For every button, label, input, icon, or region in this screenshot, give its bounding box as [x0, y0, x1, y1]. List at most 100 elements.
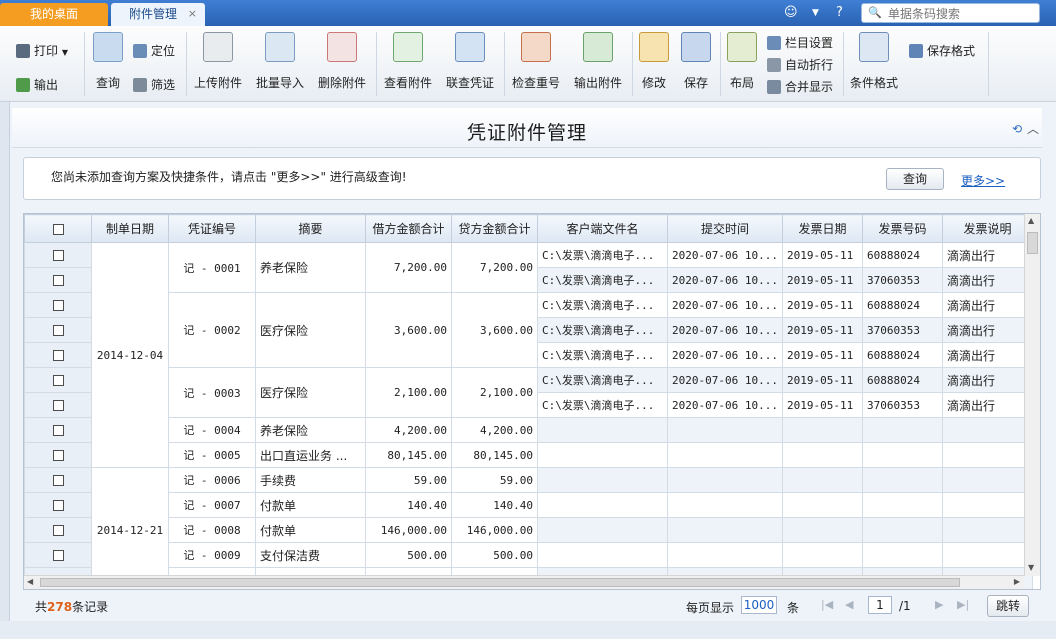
vertical-scrollbar[interactable]: ▲ ▼ [1024, 214, 1040, 576]
tab-attachment-management[interactable]: 附件管理 × [111, 3, 205, 26]
locate-button[interactable]: 定位 [133, 42, 175, 60]
table-row[interactable]: 记 - 0008 付款单 146,000.00 146,000.00 [24, 517, 1033, 543]
row-checkbox[interactable] [52, 500, 64, 511]
collapse-icon[interactable]: ︿ [1027, 120, 1039, 137]
scroll-right-icon[interactable]: ▶ [1014, 577, 1020, 586]
row-checkbox-cell[interactable] [24, 442, 92, 468]
column-header[interactable]: 贷方金额合计 [451, 214, 538, 243]
column-header[interactable]: 客户端文件名 [537, 214, 668, 243]
column-header[interactable]: 借方金额合计 [365, 214, 452, 243]
linked-voucher-button[interactable]: 联查凭证 [442, 32, 498, 96]
auto-wrap-button[interactable]: 自动折行 [767, 56, 833, 74]
columns-icon [767, 36, 781, 50]
column-header[interactable]: 发票日期 [781, 214, 863, 243]
row-checkbox[interactable] [52, 400, 64, 411]
row-checkbox-cell[interactable] [24, 517, 92, 543]
row-checkbox-cell[interactable] [24, 292, 92, 318]
query-button[interactable]: 查询 [90, 32, 126, 96]
scroll-up-icon[interactable]: ▲ [1028, 216, 1034, 225]
tab-home[interactable]: 我的桌面 [0, 3, 108, 26]
view-attachment-button[interactable]: 查看附件 [380, 32, 436, 96]
table-row[interactable]: 2014-12-04 记 - 0001 养老保险 7,200.00 7,200.00 C:… [24, 242, 1033, 468]
refresh-icon[interactable]: ⟲ [1012, 122, 1022, 136]
row-checkbox[interactable] [52, 550, 64, 561]
row-checkbox-cell[interactable] [24, 317, 92, 343]
merge-display-button[interactable]: 合并显示 [767, 78, 833, 96]
row-checkbox-cell[interactable] [24, 267, 92, 293]
search-input[interactable] [888, 6, 1036, 21]
help-icon[interactable]: ? [836, 5, 843, 20]
filter-button[interactable]: 筛选 [133, 76, 175, 94]
print-button[interactable]: 打印 ▼ [16, 42, 68, 60]
check-duplicate-button[interactable]: 检查重号 [508, 32, 564, 96]
upload-attachment-button[interactable]: 上传附件 [190, 32, 246, 96]
query-submit-button[interactable]: 查询 [886, 168, 944, 190]
delete-icon [327, 32, 357, 62]
save-format-button[interactable]: 保存格式 [909, 42, 975, 60]
row-checkbox-cell[interactable] [24, 492, 92, 518]
next-page-icon[interactable]: ▶ [935, 598, 943, 611]
page-number-input[interactable]: 1 [868, 596, 892, 614]
row-checkbox-cell[interactable] [24, 467, 92, 493]
more-link[interactable]: 更多>> [961, 172, 1005, 189]
row-checkbox[interactable] [52, 275, 64, 286]
row-checkbox[interactable] [52, 350, 64, 361]
batch-import-button[interactable]: 批量导入 [252, 32, 308, 96]
row-checkbox[interactable] [52, 425, 64, 436]
last-page-icon[interactable]: ▶| [957, 598, 969, 611]
export-attachment-button[interactable]: 输出附件 [570, 32, 626, 96]
scroll-down-icon[interactable]: ▼ [1028, 563, 1034, 572]
row-checkbox[interactable] [52, 475, 64, 486]
column-header[interactable]: 制单日期 [91, 214, 169, 243]
column-settings-button[interactable]: 栏目设置 [767, 34, 833, 52]
row-checkbox[interactable] [52, 300, 64, 311]
select-all-checkbox[interactable] [52, 223, 64, 235]
barcode-search-box[interactable]: 🔍 [861, 3, 1040, 23]
separator [84, 32, 85, 96]
vertical-scroll-thumb[interactable] [1027, 232, 1038, 254]
jump-button[interactable]: 跳转 [987, 595, 1029, 617]
edit-button[interactable]: 修改 [637, 32, 671, 96]
table-row[interactable]: 记 - 0007 付款单 140.40 140.40 [24, 492, 1033, 518]
table-row[interactable]: 记 - 0004 养老保险 4,200.00 4,200.00 [24, 417, 1033, 443]
row-checkbox-cell[interactable] [24, 242, 92, 268]
dropdown-arrow-icon[interactable]: ▼ [812, 8, 819, 18]
delete-attachment-button[interactable]: 删除附件 [314, 32, 370, 96]
close-icon[interactable]: × [188, 3, 197, 25]
row-checkbox-cell[interactable] [24, 542, 92, 568]
row-checkbox[interactable] [52, 250, 64, 261]
row-checkbox[interactable] [52, 325, 64, 336]
horizontal-scroll-thumb[interactable] [40, 578, 960, 587]
column-header[interactable]: 凭证编号 [168, 214, 256, 243]
save-button[interactable]: 保存 [679, 32, 713, 96]
column-header[interactable]: 提交时间 [667, 214, 783, 243]
per-page-label: 每页显示 [686, 601, 735, 615]
row-checkbox-cell[interactable] [24, 392, 92, 418]
column-header[interactable]: 发票说明 [941, 214, 1033, 243]
conditional-format-button[interactable]: 条件格式 [848, 32, 900, 96]
smiley-icon[interactable]: ☺ [784, 5, 798, 20]
horizontal-scrollbar[interactable]: ◀ ▶ [24, 575, 1024, 589]
row-checkbox[interactable] [52, 375, 64, 386]
row-checkbox-cell[interactable] [24, 342, 92, 368]
table-row[interactable]: 记 - 0005 出口直运业务 ... 80,145.00 80,145.00 [24, 442, 1033, 468]
table-row[interactable]: 记 - 0002 医疗保险 3,600.00 3,600.00 C:\发票\滴滴电子..… [24, 292, 1033, 368]
scroll-left-icon[interactable]: ◀ [27, 577, 33, 586]
column-header[interactable]: 发票号码 [861, 214, 943, 243]
per-page-input[interactable]: 1000 [741, 596, 777, 614]
row-checkbox-cell[interactable] [24, 367, 92, 393]
first-page-icon[interactable]: |◀ [821, 598, 833, 611]
row-checkbox[interactable] [52, 525, 64, 536]
column-header[interactable]: 摘要 [255, 214, 366, 243]
row-checkbox-cell[interactable] [24, 417, 92, 443]
table-row[interactable]: 记 - 0003 医疗保险 2,100.00 2,100.00 C:\发票\滴滴电子..… [24, 367, 1033, 418]
layout-button[interactable]: 布局 [726, 32, 758, 96]
left-splitter[interactable] [0, 102, 10, 639]
table-row[interactable]: 2014-12-21 记 - 0006 手续费 59.00 59.00 [24, 467, 1033, 589]
export-button[interactable]: 输出 [16, 76, 58, 94]
row-checkbox[interactable] [52, 450, 64, 461]
prev-page-icon[interactable]: ◀ [845, 598, 853, 611]
select-all-cell[interactable] [24, 214, 92, 243]
invoice-note [941, 517, 1033, 543]
table-row[interactable]: 记 - 0009 支付保洁费 500.00 500.00 [24, 542, 1033, 568]
